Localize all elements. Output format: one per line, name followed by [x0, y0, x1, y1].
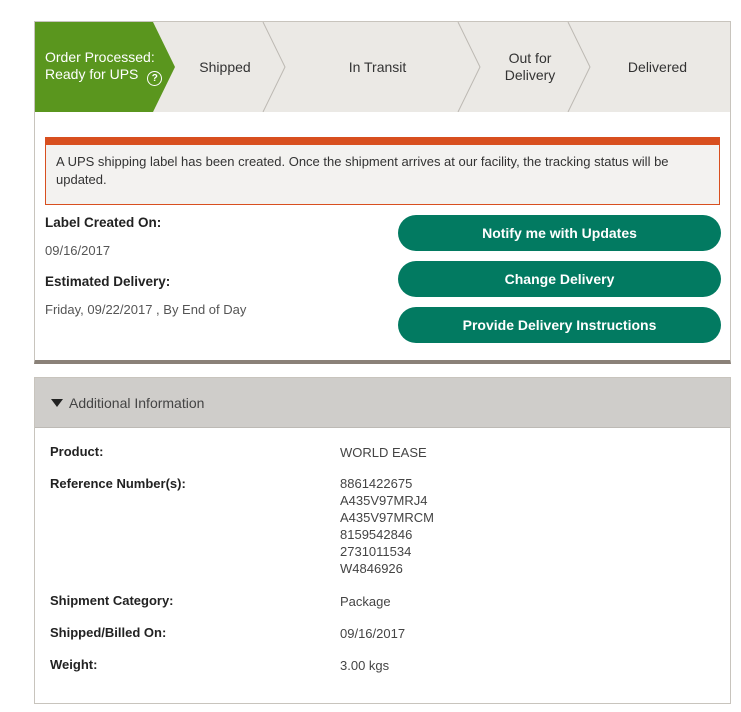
product-label: Product: [50, 444, 104, 459]
step-delivered: Delivered [585, 22, 730, 112]
weight-label: Weight: [50, 657, 98, 672]
reference-number: 8159542846 [340, 527, 413, 542]
step-line1: Out for [508, 50, 552, 66]
reference-number: 8861422675 [340, 476, 413, 491]
alert-text: A UPS shipping label has been created. O… [56, 154, 669, 187]
step-out-for-delivery: Out for Delivery [475, 22, 585, 112]
step-label-text: In Transit [348, 58, 407, 75]
reference-number: W4846926 [340, 561, 403, 576]
step-in-transit: In Transit [280, 22, 475, 112]
reference-number: 2731011534 [340, 544, 412, 559]
reference-label: Reference Number(s): [50, 476, 186, 491]
label-created-value: 09/16/2017 [45, 243, 111, 258]
step-line2: Ready for UPS [45, 65, 139, 82]
product-value: WORLD EASE [340, 445, 427, 460]
reference-number: A435V97MRJ4 [340, 493, 428, 508]
change-delivery-button[interactable]: Change Delivery [398, 261, 721, 297]
reference-list: 8861422675 A435V97MRJ4 A435V97MRCM 81595… [340, 475, 434, 577]
status-alert: A UPS shipping label has been created. O… [45, 137, 720, 205]
notify-updates-button[interactable]: Notify me with Updates [398, 215, 721, 251]
step-shipped: Shipped [170, 22, 280, 112]
delivery-instructions-button[interactable]: Provide Delivery Instructions [398, 307, 721, 343]
help-icon[interactable]: ? [147, 70, 163, 86]
step-label-text: Shipped [199, 58, 251, 75]
additional-info-toggle[interactable]: Additional Information [35, 378, 730, 428]
estimated-delivery-label: Estimated Delivery: [45, 274, 171, 289]
step-line2: Delivery [504, 67, 556, 83]
weight-value: 3.00 kgs [340, 658, 390, 673]
shipped-value: 09/16/2017 [340, 626, 406, 641]
additional-info-header: Additional Information [69, 394, 205, 411]
shipped-label: Shipped/Billed On: [50, 625, 167, 640]
category-value: Package [340, 594, 391, 609]
step-order-processed: Order Processed: Ready for UPS ? [35, 22, 170, 112]
category-label: Shipment Category: [50, 593, 174, 608]
reference-number: A435V97MRCM [340, 510, 434, 525]
caret-down-icon [51, 398, 63, 407]
additional-info-panel: Additional Information Product: WORLD EA… [34, 377, 731, 704]
tracking-card: Order Processed: Ready for UPS ? Shipped… [34, 21, 731, 364]
step-label-text: Delivered [627, 58, 688, 75]
progress-tracker: Order Processed: Ready for UPS ? Shipped… [35, 22, 730, 112]
label-created-label: Label Created On: [45, 215, 162, 230]
step-line1: Order Processed: [45, 48, 155, 65]
estimated-delivery-value: Friday, 09/22/2017 , By End of Day [45, 302, 247, 317]
